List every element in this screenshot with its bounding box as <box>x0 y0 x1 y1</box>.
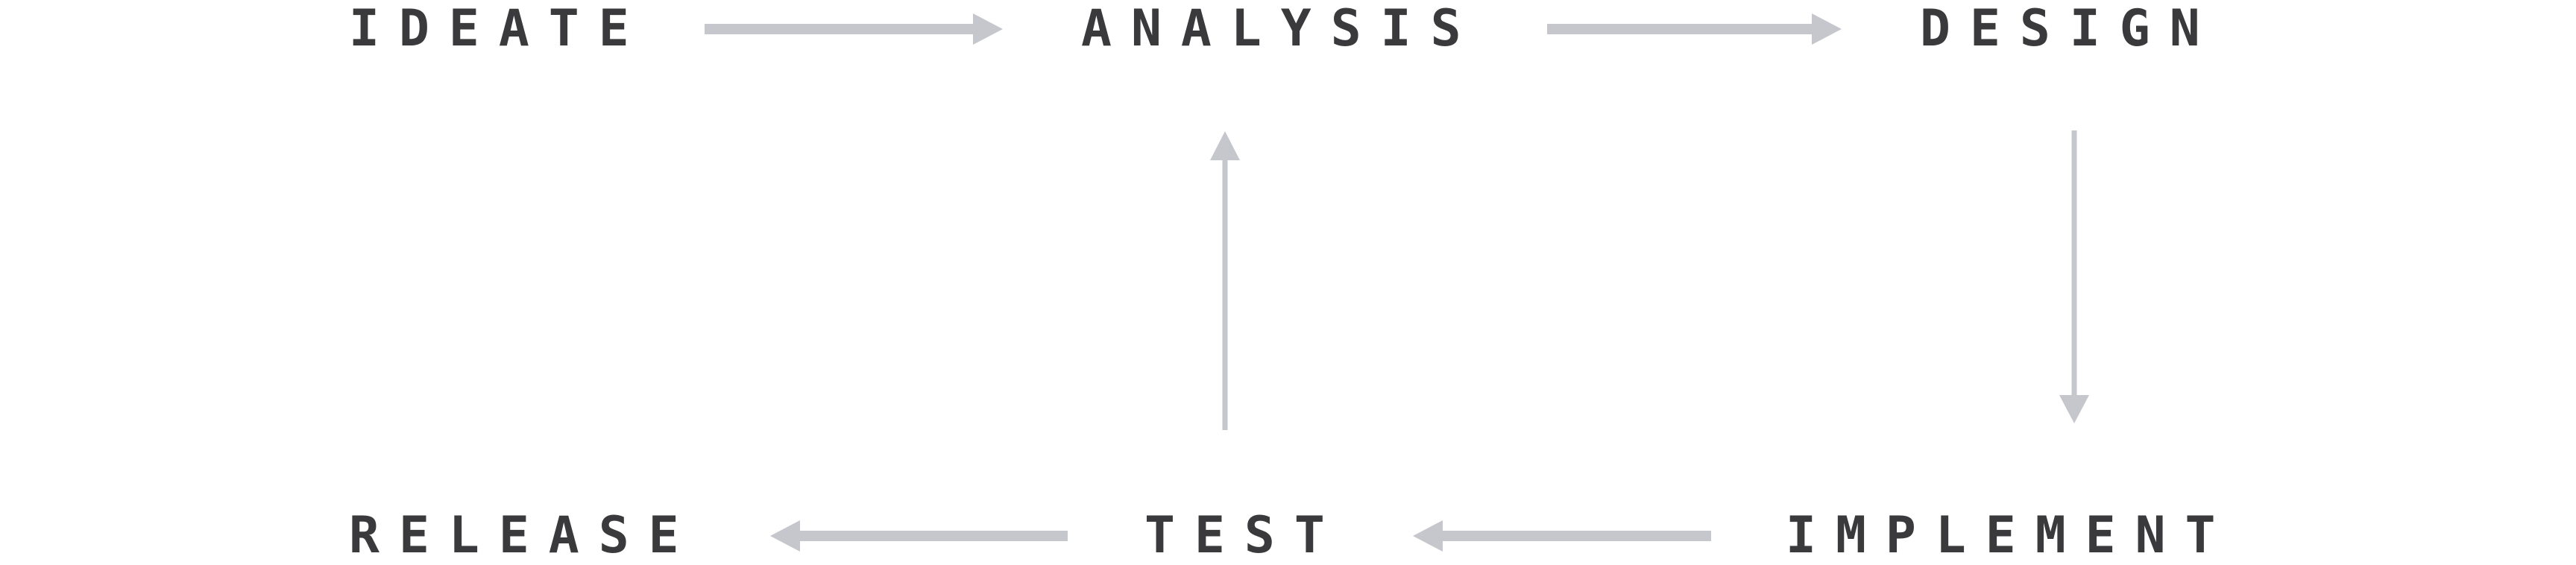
flow-arrows <box>705 13 2089 552</box>
node-test: TEST <box>1144 506 1344 565</box>
node-analysis: ANALYSIS <box>1081 0 1481 58</box>
arrow-test-to-release <box>770 520 1068 552</box>
arrow-analysis-to-design <box>1547 13 1842 45</box>
arrow-test-to-analysis <box>1210 131 1240 430</box>
arrow-implement-to-test <box>1413 520 1711 552</box>
node-ideate: IDEATE <box>349 0 649 58</box>
node-release: RELEASE <box>349 506 699 565</box>
node-design: DESIGN <box>1920 0 2220 58</box>
process-flow-diagram: IDEATE ANALYSIS DESIGN RELEASE TEST IMPL… <box>0 0 2576 561</box>
node-implement: IMPLEMENT <box>1786 506 2235 565</box>
arrow-ideate-to-analysis <box>705 13 1003 45</box>
arrow-design-to-implement <box>2059 130 2089 423</box>
